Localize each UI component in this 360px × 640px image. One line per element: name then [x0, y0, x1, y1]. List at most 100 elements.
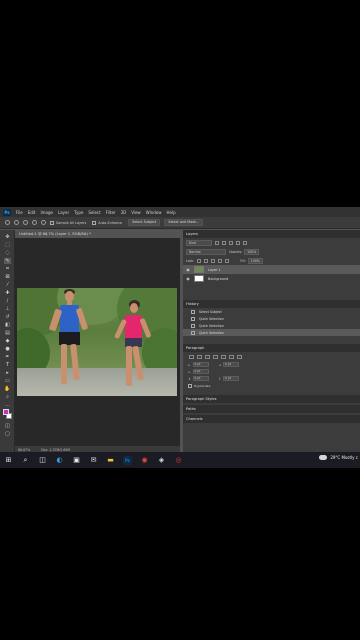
- menu-type[interactable]: Type: [74, 210, 83, 215]
- layers-panel-tab[interactable]: Layers: [183, 230, 360, 238]
- weather-widget[interactable]: 29°C Mostly c: [319, 455, 358, 460]
- visibility-eye-icon[interactable]: ◉: [185, 276, 191, 281]
- zoom-tool-icon[interactable]: ⌕: [4, 394, 11, 400]
- opacity-input[interactable]: 100%: [244, 248, 260, 255]
- quick-selection-tool-icon[interactable]: ✎: [4, 258, 11, 264]
- menu-edit[interactable]: Edit: [28, 210, 36, 215]
- lock-position-icon[interactable]: [211, 258, 216, 263]
- align-center-icon[interactable]: [197, 354, 202, 359]
- justify-left-icon[interactable]: [213, 354, 218, 359]
- fill-input[interactable]: 100%: [247, 257, 263, 264]
- filter-type-icon[interactable]: [229, 240, 233, 245]
- pen-tool-icon[interactable]: ✒: [4, 354, 11, 360]
- align-left-icon[interactable]: [189, 354, 194, 359]
- justify-right-icon[interactable]: [229, 354, 234, 359]
- filter-smart-object-icon[interactable]: [243, 240, 247, 245]
- brush-size-icon[interactable]: [32, 220, 37, 225]
- filter-shape-icon[interactable]: [236, 240, 240, 245]
- search-icon[interactable]: ⌕: [21, 456, 30, 465]
- sample-all-layers-checkbox[interactable]: [50, 220, 54, 225]
- history-panel-tab[interactable]: History: [183, 300, 360, 308]
- quick-mask-icon[interactable]: ◫: [4, 423, 11, 429]
- brush-angle-icon[interactable]: [41, 220, 46, 225]
- app-icon[interactable]: ◈: [157, 456, 166, 465]
- visibility-eye-icon[interactable]: ◉: [185, 267, 191, 272]
- layer-row-background[interactable]: ◉ Background: [183, 274, 360, 283]
- history-item[interactable]: Select Subject: [183, 308, 360, 315]
- dodge-tool-icon[interactable]: ●: [4, 346, 11, 352]
- windows-start-icon[interactable]: ⊞: [4, 456, 13, 465]
- channels-panel-tab[interactable]: Channels: [183, 415, 360, 423]
- store-icon[interactable]: ▣: [72, 456, 81, 465]
- move-tool-icon[interactable]: ✥: [4, 234, 11, 240]
- foreground-color-swatch[interactable]: [3, 409, 9, 415]
- history-item[interactable]: Quick Selection: [183, 322, 360, 329]
- lasso-tool-icon[interactable]: ◌: [4, 250, 11, 256]
- menu-help[interactable]: Help: [166, 210, 175, 215]
- crop-tool-icon[interactable]: ⌗: [4, 266, 11, 272]
- indent-right-input[interactable]: 0 pt: [223, 362, 240, 367]
- select-subject-button[interactable]: Select Subject: [128, 219, 161, 226]
- hyphenate-checkbox[interactable]: [188, 383, 192, 388]
- app-icon-2[interactable]: ◎: [174, 456, 183, 465]
- mail-icon[interactable]: ✉: [89, 456, 98, 465]
- subtract-from-selection-icon[interactable]: [23, 220, 28, 225]
- lock-transparent-icon[interactable]: [197, 258, 202, 263]
- menu-file[interactable]: File: [16, 210, 23, 215]
- canvas-area[interactable]: [15, 238, 180, 446]
- edge-icon[interactable]: ◐: [55, 456, 64, 465]
- history-item[interactable]: Quick Selection: [183, 315, 360, 322]
- healing-brush-tool-icon[interactable]: ✚: [4, 290, 11, 296]
- more-tools-icon[interactable]: …: [4, 402, 11, 408]
- menu-image[interactable]: Image: [40, 210, 53, 215]
- canvas-image[interactable]: [17, 288, 177, 396]
- eraser-tool-icon[interactable]: ◧: [4, 322, 11, 328]
- screen-mode-icon[interactable]: ▢: [4, 431, 11, 437]
- frame-tool-icon[interactable]: ⊠: [4, 274, 11, 280]
- lock-image-icon[interactable]: [204, 258, 209, 263]
- task-view-icon[interactable]: ◫: [38, 456, 47, 465]
- clone-stamp-tool-icon[interactable]: ⊥: [4, 306, 11, 312]
- document-tab[interactable]: Untitled-1 @ 66.7% (Layer 1, RGB/8#) *: [15, 230, 100, 238]
- blend-mode-select[interactable]: Normal: [186, 248, 226, 255]
- marquee-tool-icon[interactable]: ⬚: [4, 242, 11, 248]
- menu-filter[interactable]: Filter: [106, 210, 116, 215]
- menu-select[interactable]: Select: [88, 210, 100, 215]
- eyedropper-tool-icon[interactable]: ⁄: [4, 282, 11, 288]
- hand-tool-icon[interactable]: ✋: [4, 386, 11, 392]
- auto-enhance-checkbox[interactable]: [92, 220, 97, 225]
- gradient-tool-icon[interactable]: ▤: [4, 330, 11, 336]
- type-tool-icon[interactable]: T: [4, 362, 11, 368]
- filter-pixel-icon[interactable]: [215, 240, 219, 245]
- file-explorer-icon[interactable]: ▬: [106, 456, 115, 465]
- photoshop-icon[interactable]: Ps: [123, 455, 132, 465]
- paragraph-styles-panel-tab[interactable]: Paragraph Styles: [183, 395, 360, 403]
- history-brush-tool-icon[interactable]: ↺: [4, 314, 11, 320]
- blur-tool-icon[interactable]: ◆: [4, 338, 11, 344]
- rectangle-tool-icon[interactable]: ▭: [4, 378, 11, 384]
- menu-layer[interactable]: Layer: [58, 210, 69, 215]
- brush-tool-icon[interactable]: ∕: [4, 298, 11, 304]
- lock-all-icon[interactable]: [225, 258, 230, 263]
- add-to-selection-icon[interactable]: [14, 220, 19, 225]
- paths-panel-tab[interactable]: Paths: [183, 405, 360, 413]
- chrome-icon[interactable]: ◉: [140, 456, 149, 465]
- indent-left-input[interactable]: 0 pt: [192, 362, 209, 367]
- menu-view[interactable]: View: [131, 210, 141, 215]
- menu-3d[interactable]: 3D: [121, 210, 127, 215]
- paragraph-panel-tab[interactable]: Paragraph: [183, 344, 360, 352]
- justify-center-icon[interactable]: [221, 354, 226, 359]
- quick-selection-tool-icon[interactable]: [5, 220, 10, 225]
- filter-adjustment-icon[interactable]: [222, 240, 226, 245]
- align-right-icon[interactable]: [205, 354, 210, 359]
- justify-all-icon[interactable]: [237, 354, 242, 359]
- path-selection-tool-icon[interactable]: ▸: [4, 370, 11, 376]
- menu-window[interactable]: Window: [146, 210, 162, 215]
- layer-kind-filter[interactable]: Kind: [186, 239, 212, 246]
- history-item[interactable]: Quick Selection: [183, 329, 360, 336]
- lock-artboard-icon[interactable]: [218, 258, 223, 263]
- layer-row-layer-1[interactable]: ◉ Layer 1: [183, 265, 360, 274]
- first-line-indent-input[interactable]: 0 pt: [192, 369, 209, 374]
- space-after-input[interactable]: 0 pt: [223, 376, 240, 381]
- select-and-mask-button[interactable]: Select and Mask...: [164, 219, 204, 226]
